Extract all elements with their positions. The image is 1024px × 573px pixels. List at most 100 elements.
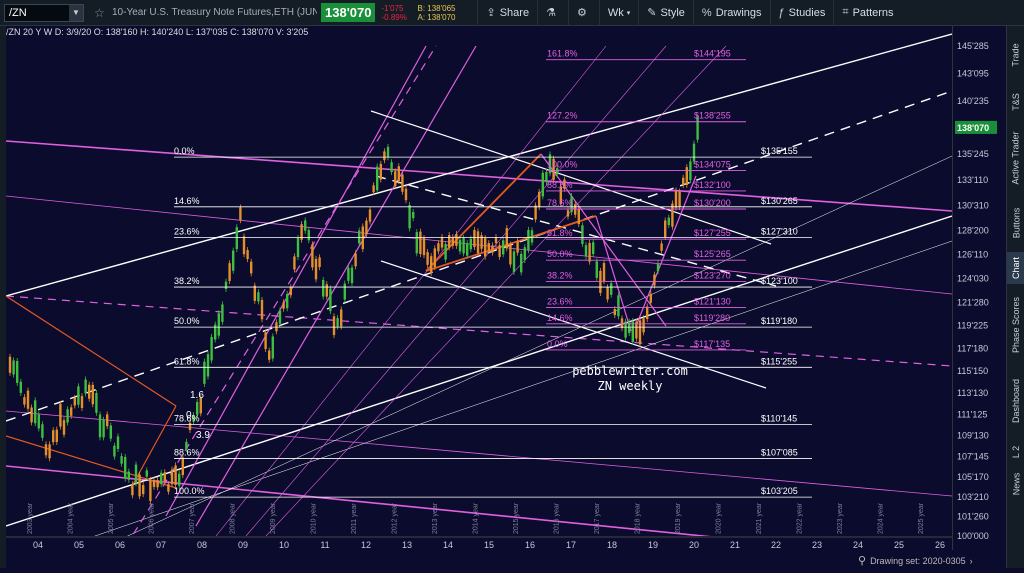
price-tick-label: 117'180 bbox=[957, 343, 988, 353]
candle-body bbox=[502, 240, 505, 255]
chevron-right-icon[interactable]: › bbox=[970, 556, 973, 566]
tab-phase-scores[interactable]: Phase Scores bbox=[1007, 288, 1024, 362]
symbol-description: 10-Year U.S. Treasury Note Futures,ETH (… bbox=[112, 7, 317, 18]
candle-body bbox=[138, 474, 141, 497]
candle-body bbox=[404, 188, 408, 201]
current-price-label: 138'070 bbox=[957, 123, 989, 133]
change-value: -1'075 bbox=[381, 3, 404, 13]
candle-body bbox=[16, 361, 19, 383]
tab-dashboard[interactable]: Dashboard bbox=[1007, 366, 1024, 436]
price-chart[interactable]: 0.0% $135'155 14.6% $130'265 23.6% $127'310 38… bbox=[6, 26, 952, 536]
candle-body bbox=[577, 209, 580, 225]
candle-body bbox=[433, 248, 436, 268]
fib-left-label: 23.6% bbox=[174, 226, 200, 236]
time-tick-label: 18 bbox=[607, 540, 617, 550]
year-label: 2003 year bbox=[27, 502, 34, 534]
candle-body bbox=[440, 236, 444, 248]
header-low: L: 137'035 bbox=[185, 27, 228, 37]
chevron-down-icon[interactable]: ▼ bbox=[69, 4, 83, 21]
candle-body bbox=[354, 253, 357, 267]
settings-button[interactable]: ⚙ bbox=[567, 0, 599, 26]
drawings-button[interactable]: % Drawings bbox=[692, 0, 770, 26]
symbol-input[interactable]: /ZN ▼ bbox=[4, 3, 84, 22]
star-icon[interactable]: ☆ bbox=[94, 6, 108, 20]
candle-body bbox=[127, 471, 130, 480]
candle-body bbox=[430, 256, 433, 273]
candle-body bbox=[606, 287, 609, 300]
fib-right-price: $144'195 bbox=[694, 49, 731, 59]
candle-body bbox=[383, 151, 386, 161]
candle-body bbox=[131, 484, 134, 496]
fib-right-label: 61.8% bbox=[547, 228, 573, 238]
patterns-button[interactable]: ⌗ Patterns bbox=[833, 0, 901, 26]
fib-left-price: $107'085 bbox=[761, 447, 798, 457]
price-tick-label: 126'110 bbox=[957, 250, 988, 260]
candle-body bbox=[293, 256, 296, 270]
header-date: D: 3/9/20 bbox=[54, 27, 92, 37]
candle-body bbox=[88, 384, 91, 399]
tab-chart[interactable]: Chart bbox=[1007, 252, 1024, 284]
candle-body bbox=[224, 281, 228, 289]
fib-right-price: $123'270 bbox=[694, 270, 731, 280]
share-button[interactable]: ⇪ Share bbox=[477, 0, 537, 26]
time-axis[interactable]: 04 05 06 07 08 09 10 11 12 13 14 15 16 17 18 19 20 21 22 23… bbox=[6, 536, 952, 568]
chart-ohlc-header: /ZN 20 Y W D: 3/9/20 O: 138'160 H: 140'2… bbox=[6, 27, 308, 38]
time-tick-label: 22 bbox=[771, 540, 781, 550]
last-price-badge: 138'070 bbox=[321, 3, 376, 22]
tab-news[interactable]: News bbox=[1007, 466, 1024, 502]
fib-right-price: $125'265 bbox=[694, 249, 731, 259]
candle-body bbox=[34, 400, 37, 424]
candle-body bbox=[329, 288, 332, 312]
fib-left-label: 14.6% bbox=[174, 196, 200, 206]
candle-body bbox=[167, 484, 170, 492]
tab-label: Dashboard bbox=[1011, 378, 1021, 424]
candle-body bbox=[163, 472, 166, 482]
candle-body bbox=[660, 243, 663, 251]
time-tick-label: 11 bbox=[320, 540, 329, 550]
candle-body bbox=[80, 396, 84, 408]
price-axis[interactable]: 145'285 143'095 140'235 138'070 135'245 133'1… bbox=[952, 26, 1006, 550]
studies-button[interactable]: ƒ Studies bbox=[769, 0, 834, 26]
candle-body bbox=[289, 287, 292, 296]
candle-body bbox=[444, 244, 447, 260]
candle-body bbox=[203, 361, 206, 384]
flask-button[interactable]: ⚗ bbox=[537, 0, 568, 26]
tab-l-2[interactable]: L 2 bbox=[1007, 442, 1024, 462]
candle-body bbox=[102, 419, 105, 438]
tab-buttons[interactable]: Buttons bbox=[1007, 198, 1024, 248]
price-tick-label: 143'095 bbox=[957, 69, 989, 79]
candle-body bbox=[588, 242, 591, 262]
candle-body bbox=[682, 177, 685, 185]
candle-body bbox=[235, 227, 238, 250]
price-tick-label: 128'200 bbox=[957, 225, 989, 235]
candle-body bbox=[23, 397, 26, 405]
style-button[interactable]: ✎ Style bbox=[638, 0, 693, 26]
price-tick-label: 111'125 bbox=[957, 409, 987, 419]
price-tick-label: 100'000 bbox=[957, 531, 989, 541]
candle-body bbox=[422, 238, 426, 256]
candle-body bbox=[332, 316, 336, 336]
candle-body bbox=[412, 212, 415, 219]
year-label: 2007 year bbox=[189, 502, 196, 534]
candle-body bbox=[152, 479, 156, 487]
candle-body bbox=[264, 332, 267, 350]
tab-active-trader[interactable]: Active Trader bbox=[1007, 122, 1024, 194]
header-close: C: 138'070 bbox=[230, 27, 274, 37]
tab-t-s[interactable]: T&S bbox=[1007, 86, 1024, 118]
candle-body bbox=[278, 310, 282, 324]
tab-trade[interactable]: Trade bbox=[1007, 28, 1024, 82]
candle-body bbox=[520, 253, 523, 273]
candle-body bbox=[527, 229, 530, 251]
bid-value: B: 138'065 bbox=[417, 3, 456, 13]
fib-right-price: $130'200 bbox=[694, 198, 731, 208]
candle-body bbox=[512, 251, 516, 272]
tab-label: News bbox=[1011, 472, 1022, 496]
zoom-icon[interactable]: ⚲ bbox=[858, 554, 866, 567]
period-label: Wk bbox=[607, 6, 624, 19]
candle-body bbox=[52, 430, 55, 443]
period-button[interactable]: Wk ▾ bbox=[598, 0, 638, 26]
percent-icon: % bbox=[701, 6, 712, 19]
time-tick-label: 23 bbox=[812, 540, 822, 550]
year-label: 2015 year bbox=[513, 502, 520, 534]
candle-body bbox=[343, 283, 346, 300]
